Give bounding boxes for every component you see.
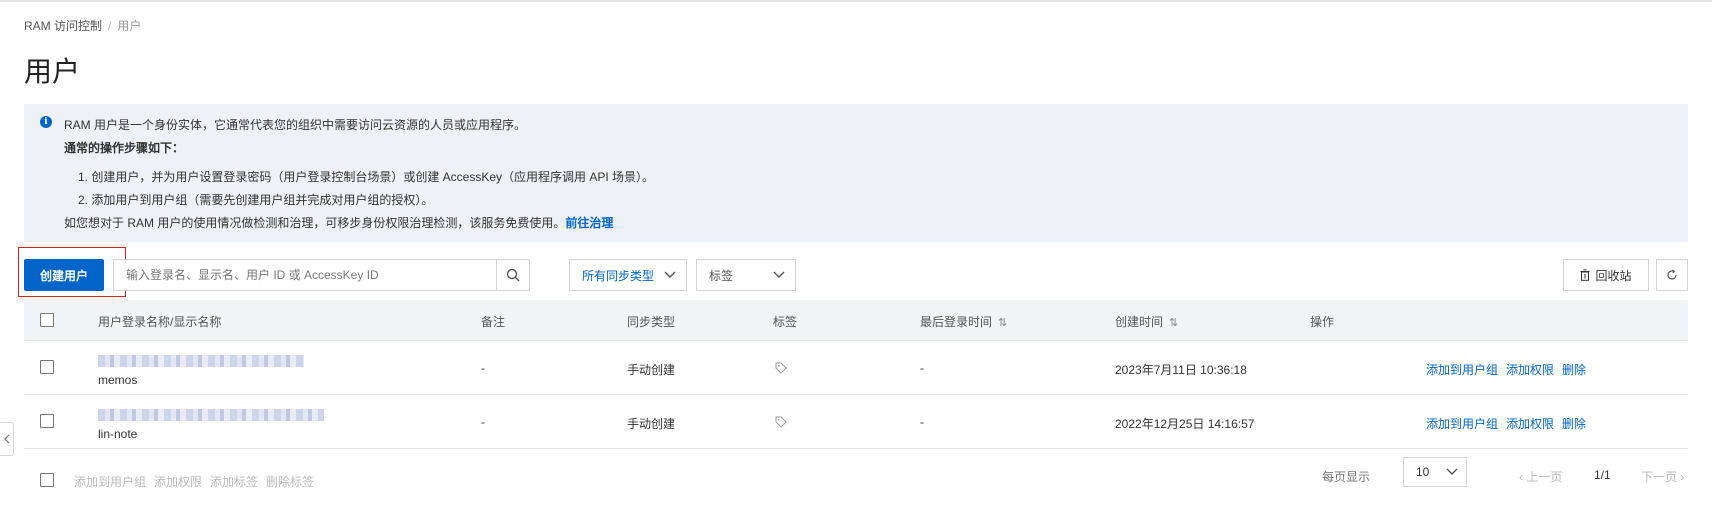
header-sync: 同步类型 xyxy=(627,315,676,329)
search-icon xyxy=(506,268,520,282)
search-input[interactable] xyxy=(114,260,496,290)
row-actions: 添加到用户组 添加权限 删除 xyxy=(1426,415,1594,432)
recycle-bin-button[interactable]: 回收站 xyxy=(1563,259,1649,291)
header-created[interactable]: 创建时间 ⇅ xyxy=(1115,313,1178,330)
sync-cell: 手动创建 xyxy=(627,417,676,431)
header-created-label: 创建时间 xyxy=(1115,315,1164,329)
info-icon: i xyxy=(40,116,52,128)
breadcrumb-current: 用户 xyxy=(117,19,142,33)
tag-select-value: 标签 xyxy=(709,268,734,283)
remark-cell: - xyxy=(481,415,485,429)
per-page-label: 每页显示 xyxy=(1322,470,1371,484)
sort-icon: ⇅ xyxy=(1169,317,1179,329)
top-divider xyxy=(0,0,1712,2)
chevron-down-icon xyxy=(664,271,676,278)
refresh-icon xyxy=(1667,269,1677,280)
header-tag: 标签 xyxy=(773,315,798,329)
chevron-down-icon xyxy=(1446,468,1458,475)
search-box xyxy=(113,259,530,291)
prev-page-label: 上一页 xyxy=(1526,470,1563,484)
sync-type-value: 所有同步类型 xyxy=(582,268,655,283)
table-row: memos - 手动创建 - 2023年7月11日 10:36:18 添加到用户… xyxy=(24,341,1688,395)
info-notice: i RAM 用户是一个身份实体，它通常代表您的组织中需要访问云资源的人员或应用程… xyxy=(24,104,1688,242)
add-permission-link[interactable]: 添加权限 xyxy=(1506,363,1554,377)
breadcrumb: RAM 访问控制 / 用户 xyxy=(24,17,141,34)
last-login-cell: - xyxy=(920,361,924,375)
table-row: lin-note - 手动创建 - 2022年12月25日 14:16:57 添… xyxy=(24,395,1688,449)
row-checkbox[interactable] xyxy=(40,360,54,374)
tag-icon[interactable] xyxy=(775,362,787,377)
batch-delete-tag[interactable]: 删除标签 xyxy=(266,475,314,489)
chevron-right-icon: › xyxy=(1677,470,1685,484)
delete-link[interactable]: 删除 xyxy=(1562,417,1586,431)
tag-select[interactable]: 标签 xyxy=(696,259,796,291)
header-name: 用户登录名称/显示名称 xyxy=(98,315,222,329)
table-header: 用户登录名称/显示名称 备注 同步类型 标签 最后登录时间 ⇅ 创建时间 ⇅ 操作 xyxy=(24,300,1688,341)
table-footer: 添加到用户组 添加权限 添加标签 删除标签 每页显示 10 ‹ 上一页 1/1 下一页… xyxy=(24,457,1688,500)
chevron-left-icon xyxy=(3,434,9,444)
sidebar-collapse-handle[interactable] xyxy=(0,422,14,456)
breadcrumb-separator: / xyxy=(108,19,112,33)
trash-icon xyxy=(1580,269,1590,281)
sync-type-select[interactable]: 所有同步类型 xyxy=(569,259,687,291)
notice-step-2: 2. 添加用户到用户组（需要先创建用户组并完成对用户组的授权）。 xyxy=(78,193,434,207)
header-ops: 操作 xyxy=(1310,315,1335,329)
display-name: memos xyxy=(98,373,138,387)
batch-add-tag[interactable]: 添加标签 xyxy=(210,475,258,489)
sort-icon: ⇅ xyxy=(998,317,1008,329)
select-all-checkbox[interactable] xyxy=(40,313,54,327)
add-to-group-link[interactable]: 添加到用户组 xyxy=(1426,417,1498,431)
delete-link[interactable]: 删除 xyxy=(1562,363,1586,377)
page-title: 用户 xyxy=(24,56,81,87)
recycle-bin-label: 回收站 xyxy=(1595,268,1632,283)
created-cell: 2023年7月11日 10:36:18 xyxy=(1115,363,1247,377)
remark-cell: - xyxy=(481,361,485,375)
per-page-select[interactable]: 10 xyxy=(1403,457,1467,487)
add-permission-link[interactable]: 添加权限 xyxy=(1506,417,1554,431)
per-page-value: 10 xyxy=(1416,465,1430,479)
users-table: 用户登录名称/显示名称 备注 同步类型 标签 最后登录时间 ⇅ 创建时间 ⇅ 操作 … xyxy=(24,300,1688,449)
login-name-redacted xyxy=(98,355,304,367)
display-name: lin-note xyxy=(98,427,138,441)
header-last-login[interactable]: 最后登录时间 ⇅ xyxy=(920,313,1007,330)
tag-icon[interactable] xyxy=(775,416,787,431)
notice-footer: 如您想对于 RAM 用户的使用情况做检测和治理，可移步身份权限治理检测，该服务免… xyxy=(64,212,1688,235)
sync-cell: 手动创建 xyxy=(627,363,676,377)
create-user-button[interactable]: 创建用户 xyxy=(24,259,104,291)
breadcrumb-root[interactable]: RAM 访问控制 xyxy=(24,19,102,33)
header-remark: 备注 xyxy=(481,315,506,329)
next-page-button[interactable]: 下一页 › xyxy=(1641,468,1684,485)
batch-actions: 添加到用户组 添加权限 添加标签 删除标签 xyxy=(74,473,322,490)
notice-step-1: 1. 创建用户，并为用户设置登录密码（用户登录控制台场景）或创建 AccessK… xyxy=(78,170,655,184)
notice-intro: RAM 用户是一个身份实体，它通常代表您的组织中需要访问云资源的人员或应用程序。 xyxy=(64,118,527,132)
next-page-label: 下一页 xyxy=(1641,470,1678,484)
header-last-login-label: 最后登录时间 xyxy=(920,315,993,329)
batch-add-permission[interactable]: 添加权限 xyxy=(154,475,202,489)
row-actions: 添加到用户组 添加权限 删除 xyxy=(1426,361,1594,378)
notice-footer-text: 如您想对于 RAM 用户的使用情况做检测和治理，可移步身份权限治理检测，该服务免… xyxy=(64,216,566,230)
last-login-cell: - xyxy=(920,415,924,429)
notice-steps-title: 通常的操作步骤如下： xyxy=(64,141,185,155)
footer-select-all-checkbox[interactable] xyxy=(40,473,54,487)
login-name-redacted xyxy=(98,409,324,421)
chevron-down-icon xyxy=(773,271,785,278)
batch-add-to-group[interactable]: 添加到用户组 xyxy=(74,475,146,489)
governance-link[interactable]: 前往治理 xyxy=(565,216,613,230)
refresh-button[interactable] xyxy=(1656,259,1688,291)
search-button[interactable] xyxy=(496,260,529,290)
prev-page-button[interactable]: ‹ 上一页 xyxy=(1519,468,1562,485)
row-checkbox[interactable] xyxy=(40,414,54,428)
add-to-group-link[interactable]: 添加到用户组 xyxy=(1426,363,1498,377)
created-cell: 2022年12月25日 14:16:57 xyxy=(1115,417,1255,431)
page-indicator: 1/1 xyxy=(1594,468,1611,482)
